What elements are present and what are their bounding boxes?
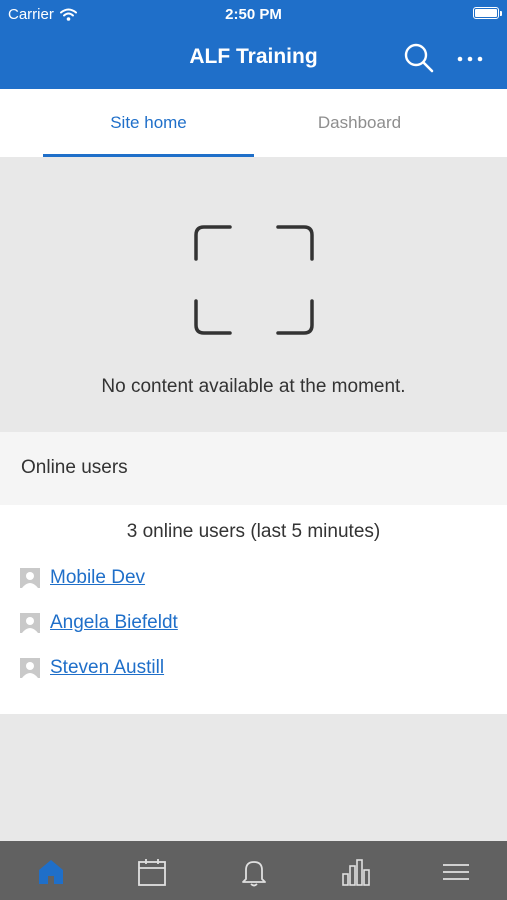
user-link-mobile-dev[interactable]: Mobile Dev	[50, 567, 145, 589]
menu-icon[interactable]	[440, 856, 472, 888]
list-item: Angela Biefeldt	[20, 612, 178, 634]
calendar-icon[interactable]	[136, 856, 168, 888]
bottom-nav	[0, 841, 507, 900]
empty-message: No content available at the moment.	[101, 376, 406, 397]
app-header: ALF Training	[0, 28, 507, 89]
list-item: Steven Austill	[20, 657, 164, 679]
home-icon[interactable]	[35, 856, 67, 888]
tab-bar: Site home Dashboard	[0, 89, 507, 157]
online-users-list: 3 online users (last 5 minutes) Mobile D…	[0, 505, 507, 714]
bell-icon[interactable]	[238, 856, 270, 888]
more-icon[interactable]	[453, 42, 487, 76]
status-bar: Carrier 2:50 PM	[0, 0, 507, 28]
user-avatar-icon	[20, 658, 40, 678]
battery-icon	[473, 7, 502, 19]
tab-site-home[interactable]: Site home	[43, 89, 254, 157]
list-item: Mobile Dev	[20, 567, 145, 589]
scan-frame-icon	[194, 225, 314, 335]
empty-state: No content available at the moment.	[0, 157, 507, 432]
user-link-steven-austill[interactable]: Steven Austill	[50, 657, 164, 679]
user-avatar-icon	[20, 613, 40, 633]
chart-icon[interactable]	[339, 856, 371, 888]
user-avatar-icon	[20, 568, 40, 588]
tab-dashboard[interactable]: Dashboard	[254, 89, 465, 157]
online-users-header: Online users	[0, 432, 507, 505]
status-time: 2:50 PM	[225, 6, 282, 23]
online-users-heading: Online users	[21, 457, 128, 478]
online-users-summary: 3 online users (last 5 minutes)	[126, 521, 381, 542]
search-icon[interactable]	[402, 41, 436, 75]
user-link-angela-biefeldt[interactable]: Angela Biefeldt	[50, 612, 178, 634]
